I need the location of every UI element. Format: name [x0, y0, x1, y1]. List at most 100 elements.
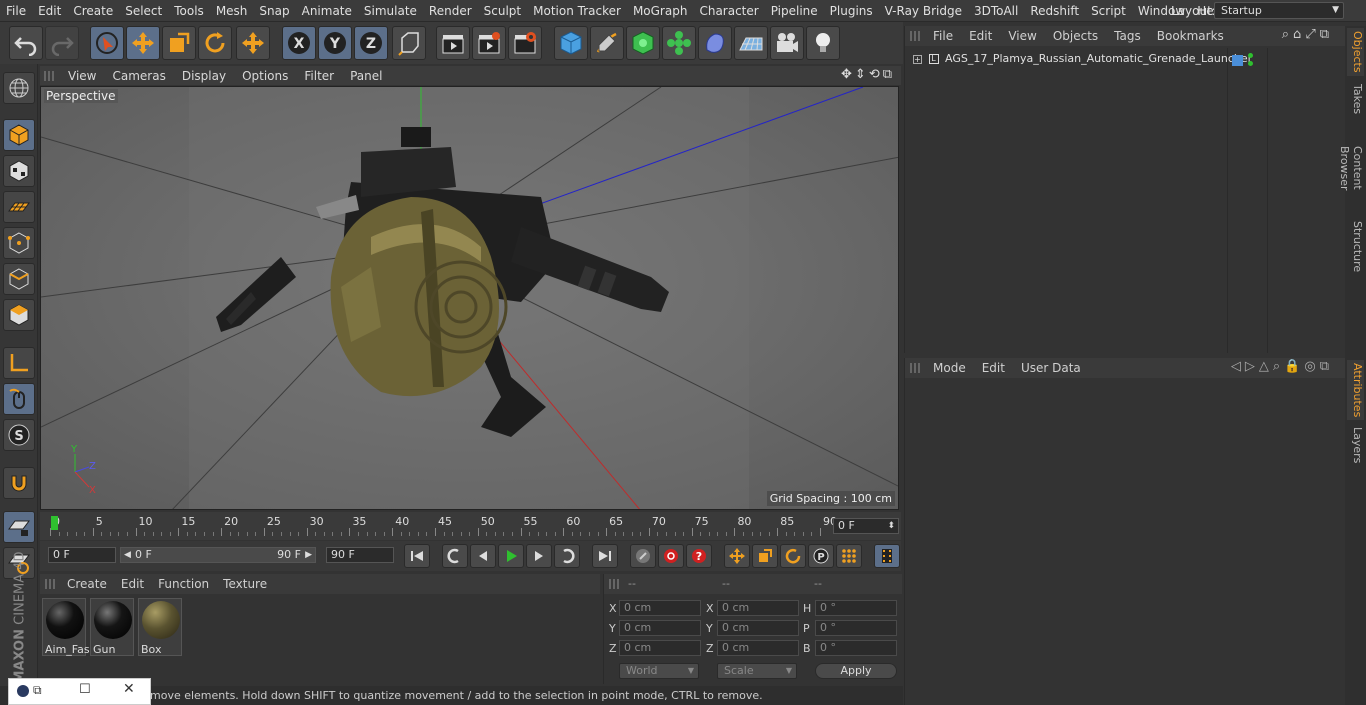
- menu-script[interactable]: Script: [1085, 0, 1132, 22]
- menu-mograph[interactable]: MoGraph: [627, 0, 694, 22]
- material-menu-function[interactable]: Function: [151, 577, 216, 591]
- cube-object-button[interactable]: [554, 26, 588, 60]
- menu-snap[interactable]: Snap: [253, 0, 295, 22]
- menu-create[interactable]: Create: [67, 0, 119, 22]
- size-z-field[interactable]: 0 cm: [717, 640, 799, 656]
- grip-icon[interactable]: [910, 31, 920, 41]
- make-editable-button[interactable]: [3, 72, 35, 104]
- attributes-menu-mode[interactable]: Mode: [925, 361, 974, 375]
- menu-sculpt[interactable]: Sculpt: [478, 0, 527, 22]
- record-active-objects-button[interactable]: [630, 544, 656, 568]
- menu-redshift[interactable]: Redshift: [1024, 0, 1085, 22]
- perspective-viewport[interactable]: Y Z X Perspective Grid Spacing : 100 cm: [40, 86, 899, 510]
- objects-menu-tags[interactable]: Tags: [1106, 29, 1149, 43]
- objects-menu-file[interactable]: File: [925, 29, 961, 43]
- live-selection-button[interactable]: [90, 26, 124, 60]
- grip-icon[interactable]: [910, 363, 920, 373]
- coordinate-system-button[interactable]: [392, 26, 426, 60]
- key-scale-button[interactable]: [752, 544, 778, 568]
- menu-mesh[interactable]: Mesh: [210, 0, 254, 22]
- visibility-render-icon[interactable]: [1248, 61, 1253, 66]
- viewport-menu-options[interactable]: Options: [234, 69, 296, 83]
- material-menu-edit[interactable]: Edit: [114, 577, 151, 591]
- key-pla-button[interactable]: [836, 544, 862, 568]
- attributes-menu-edit[interactable]: Edit: [974, 361, 1013, 375]
- position-z-field[interactable]: 0 cm: [619, 640, 701, 656]
- cloner-button[interactable]: [662, 26, 696, 60]
- material-swatch[interactable]: Aim_Fas: [42, 598, 90, 656]
- next-key-button[interactable]: [554, 544, 580, 568]
- floor-button[interactable]: [734, 26, 768, 60]
- workplane-mode-button[interactable]: [3, 191, 35, 223]
- next-frame-button[interactable]: [526, 544, 552, 568]
- menu-character[interactable]: Character: [693, 0, 764, 22]
- menu-pipeline[interactable]: Pipeline: [765, 0, 824, 22]
- viewport-nav-icons[interactable]: ✥⇕⟲⧉: [841, 67, 895, 82]
- objects-menu-bookmarks[interactable]: Bookmarks: [1149, 29, 1232, 43]
- menu-vray-bridge[interactable]: V-Ray Bridge: [879, 0, 968, 22]
- menu-edit[interactable]: Edit: [32, 0, 67, 22]
- rotation-b-field[interactable]: 0 °: [815, 640, 897, 656]
- timeline-playhead[interactable]: [51, 516, 58, 530]
- layout-select[interactable]: Startup ▼: [1214, 2, 1344, 19]
- axis-mode-button[interactable]: [3, 347, 35, 379]
- render-view-button[interactable]: [436, 26, 470, 60]
- previous-key-button[interactable]: [442, 544, 468, 568]
- keyframe-selection-button[interactable]: ?: [686, 544, 712, 568]
- material-menu-create[interactable]: Create: [60, 577, 114, 591]
- deformer-button[interactable]: [698, 26, 732, 60]
- menu-animate[interactable]: Animate: [296, 0, 358, 22]
- previous-frame-button[interactable]: [470, 544, 496, 568]
- grip-icon[interactable]: [609, 579, 619, 589]
- viewport-menu-filter[interactable]: Filter: [296, 69, 342, 83]
- undo-button[interactable]: [9, 26, 43, 60]
- play-button[interactable]: [498, 544, 524, 568]
- autokeying-button[interactable]: [658, 544, 684, 568]
- move-tool-button[interactable]: [126, 26, 160, 60]
- size-x-field[interactable]: 0 cm: [717, 600, 799, 616]
- position-y-field[interactable]: 0 cm: [619, 620, 701, 636]
- restore-icon[interactable]: ⧉: [33, 683, 42, 698]
- edges-mode-button[interactable]: [3, 263, 35, 295]
- menu-simulate[interactable]: Simulate: [358, 0, 423, 22]
- layer-color-icon[interactable]: [1232, 55, 1243, 66]
- tab-content-browser[interactable]: Content Browser: [1338, 122, 1364, 214]
- viewport-menu-view[interactable]: View: [60, 69, 104, 83]
- subdivision-surface-button[interactable]: [626, 26, 660, 60]
- camera-button[interactable]: [770, 26, 804, 60]
- size-y-field[interactable]: 0 cm: [717, 620, 799, 636]
- viewport-menu-cameras[interactable]: Cameras: [104, 69, 173, 83]
- attributes-menu-user-data[interactable]: User Data: [1013, 361, 1089, 375]
- key-parameter-button[interactable]: P: [808, 544, 834, 568]
- render-picture-viewer-button[interactable]: [472, 26, 506, 60]
- menu-file[interactable]: File: [0, 0, 32, 22]
- stepper-icon[interactable]: ⬍: [887, 519, 895, 533]
- recent-tools-button[interactable]: [236, 26, 270, 60]
- go-to-start-button[interactable]: [404, 544, 430, 568]
- objects-menu-objects[interactable]: Objects: [1045, 29, 1106, 43]
- attribute-manager-tools-icons[interactable]: ◁▷△⌕🔒◎⧉: [1223, 359, 1341, 374]
- x-axis-lock-button[interactable]: X: [282, 26, 316, 60]
- solo-button[interactable]: S: [3, 419, 35, 451]
- polygons-mode-button[interactable]: [3, 299, 35, 331]
- scale-tool-button[interactable]: [162, 26, 196, 60]
- menu-plugins[interactable]: Plugins: [824, 0, 879, 22]
- snap-button[interactable]: [3, 467, 35, 499]
- menu-select[interactable]: Select: [119, 0, 168, 22]
- end-frame-field[interactable]: 90 F: [326, 547, 394, 563]
- rotation-p-field[interactable]: 0 °: [815, 620, 897, 636]
- visibility-editor-icon[interactable]: [1248, 53, 1253, 58]
- size-mode-dropdown[interactable]: Scale ▼: [717, 663, 797, 679]
- menu-tools[interactable]: Tools: [168, 0, 210, 22]
- go-to-end-button[interactable]: [592, 544, 618, 568]
- material-swatch[interactable]: Gun: [90, 598, 134, 656]
- tab-structure[interactable]: Structure: [1347, 218, 1364, 274]
- range-slider[interactable]: ◀ 0 F 90 F ▶: [120, 547, 316, 563]
- tab-attributes[interactable]: Attributes: [1347, 360, 1364, 420]
- tab-layers[interactable]: Layers: [1347, 424, 1364, 464]
- position-x-field[interactable]: 0 cm: [619, 600, 701, 616]
- grip-icon[interactable]: [45, 579, 55, 589]
- rotate-tool-button[interactable]: [198, 26, 232, 60]
- render-settings-button[interactable]: [508, 26, 542, 60]
- current-frame-field[interactable]: 0 F ⬍: [833, 518, 899, 534]
